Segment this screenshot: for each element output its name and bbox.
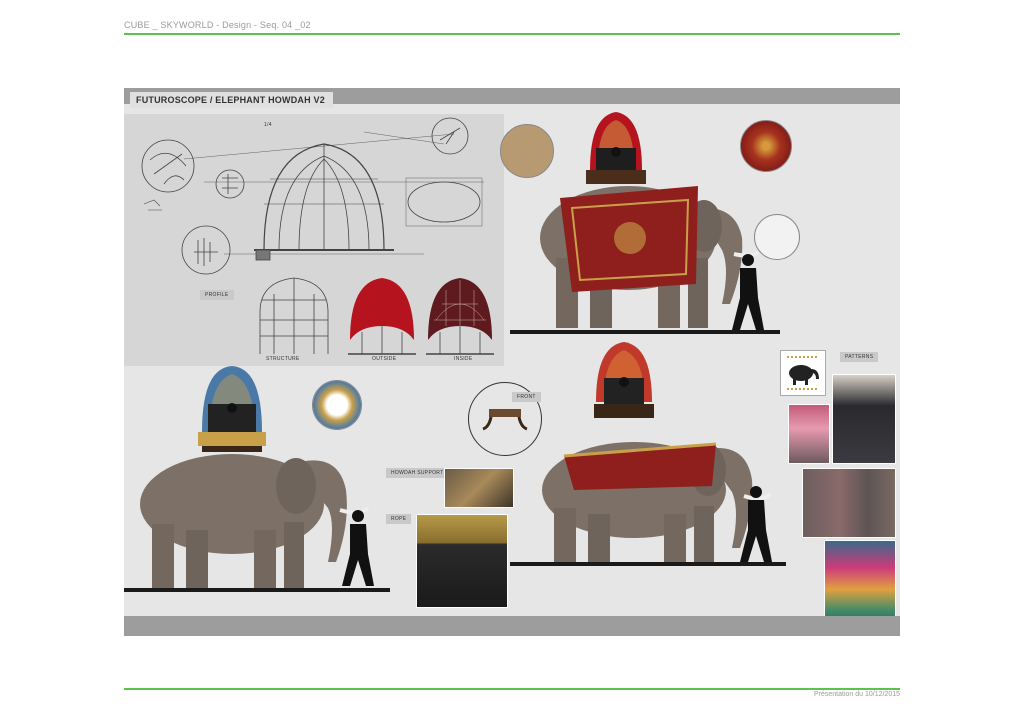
pattern-elephant-motif xyxy=(780,350,826,396)
pattern-dark-elephant-photo xyxy=(832,374,896,464)
elephant-motif-icon xyxy=(787,356,819,390)
pattern-elephant-heads-photo xyxy=(802,468,896,538)
rope-label: ROPE xyxy=(386,514,412,524)
howdah-support-label: HOWDAH SUPPORT xyxy=(386,468,449,478)
profile-label: PROFILE xyxy=(200,290,234,300)
person-silhouette-right xyxy=(740,486,772,562)
rope-photo xyxy=(416,514,508,608)
presentation-board: FUTUROSCOPE / ELEPHANT HOWDAH V2 1/4 PRO… xyxy=(124,88,900,636)
footer-divider xyxy=(124,688,900,690)
sketch-panel: 1/4 PROFILE STRUCTURE OUTSIDE INSIDE xyxy=(124,114,504,366)
ornament-detail-circle xyxy=(312,380,362,430)
header-divider xyxy=(124,33,900,35)
project-header: CUBE _ SKYWORLD - Design - Seq. 04 _02 xyxy=(124,20,311,30)
caption-inside: INSIDE xyxy=(454,356,473,362)
pattern-painted-face-photo xyxy=(788,404,830,464)
footer-date: Présentation du 10/12/2015 xyxy=(813,691,900,698)
howdah-support-photo xyxy=(444,468,514,508)
patterns-label: PATTERNS xyxy=(840,352,879,362)
caption-structure: STRUCTURE xyxy=(266,356,300,362)
board-bottom-band xyxy=(124,616,900,636)
person-silhouette-left xyxy=(342,510,374,586)
board-title: FUTUROSCOPE / ELEPHANT HOWDAH V2 xyxy=(130,92,333,108)
caption-outside: OUTSIDE xyxy=(372,356,397,362)
ground-line-left xyxy=(124,588,390,592)
howdah-technical-drawing xyxy=(141,117,494,355)
person-silhouette-top xyxy=(732,254,764,330)
